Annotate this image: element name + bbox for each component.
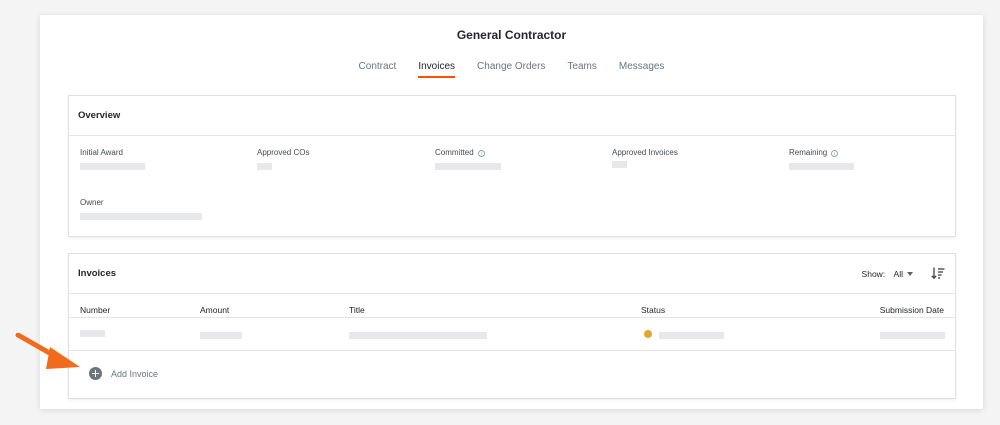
table-row[interactable]: [69, 318, 955, 351]
contractor-page: General Contractor Contract Invoices Cha…: [40, 15, 983, 409]
plus-circle-icon: [89, 367, 102, 380]
committed-field: Committed i: [435, 148, 485, 157]
remaining-field: Remaining i: [789, 148, 839, 157]
tab-teams[interactable]: Teams: [567, 61, 596, 78]
caret-down-icon: [907, 272, 913, 276]
approved-invoices-value: [612, 161, 627, 168]
invoices-header: Invoices Show: All: [69, 254, 955, 294]
invoices-title: Invoices: [78, 268, 117, 279]
owner-label: Owner: [80, 198, 104, 207]
invoice-amount: [200, 332, 242, 339]
tab-bar: Contract Invoices Change Orders Teams Me…: [40, 61, 983, 78]
remaining-value: [789, 163, 854, 170]
invoice-title: [349, 332, 487, 339]
invoice-submission-date: [880, 332, 945, 339]
overview-card: Overview Initial Award Approved COs Comm…: [68, 95, 956, 237]
tab-change-orders[interactable]: Change Orders: [477, 61, 545, 78]
owner-value: [80, 213, 202, 220]
tab-contract[interactable]: Contract: [359, 61, 397, 78]
tab-messages[interactable]: Messages: [619, 61, 665, 78]
show-value: All: [893, 269, 903, 279]
committed-label: Committed: [435, 148, 474, 157]
remaining-label: Remaining: [789, 148, 828, 157]
add-invoice-button[interactable]: Add Invoice: [89, 367, 158, 380]
info-icon[interactable]: i: [831, 150, 839, 157]
arrow-annotation-icon: [15, 333, 80, 369]
col-amount[interactable]: Amount: [200, 305, 229, 315]
show-filter[interactable]: Show: All: [862, 269, 913, 279]
initial-award-value: [80, 163, 145, 170]
info-icon[interactable]: i: [477, 150, 485, 157]
overview-title: Overview: [69, 96, 955, 136]
approved-cos-value: [257, 163, 272, 170]
tab-invoices[interactable]: Invoices: [418, 61, 456, 78]
col-number[interactable]: Number: [80, 305, 110, 315]
committed-value: [435, 163, 501, 170]
col-status[interactable]: Status: [641, 305, 665, 315]
add-invoice-label: Add Invoice: [111, 368, 159, 379]
add-invoice-row: Add Invoice: [69, 351, 955, 395]
page-title: General Contractor: [456, 28, 567, 42]
table-header: Number Amount Title Status Submission Da…: [69, 294, 955, 318]
show-label: Show:: [861, 269, 886, 279]
invoice-status: [659, 332, 724, 339]
overview-fields: Initial Award Approved COs Committed i Ap…: [69, 136, 955, 237]
approved-cos-label: Approved COs: [257, 148, 310, 157]
status-icon: [644, 330, 652, 338]
approved-invoices-label: Approved Invoices: [612, 148, 678, 157]
col-submission-date[interactable]: Submission Date: [880, 305, 944, 315]
invoices-card: Invoices Show: All Number Amount Title S…: [68, 253, 956, 399]
col-title[interactable]: Title: [349, 305, 365, 315]
initial-award-label: Initial Award: [80, 148, 123, 157]
sort-icon[interactable]: [931, 266, 945, 280]
